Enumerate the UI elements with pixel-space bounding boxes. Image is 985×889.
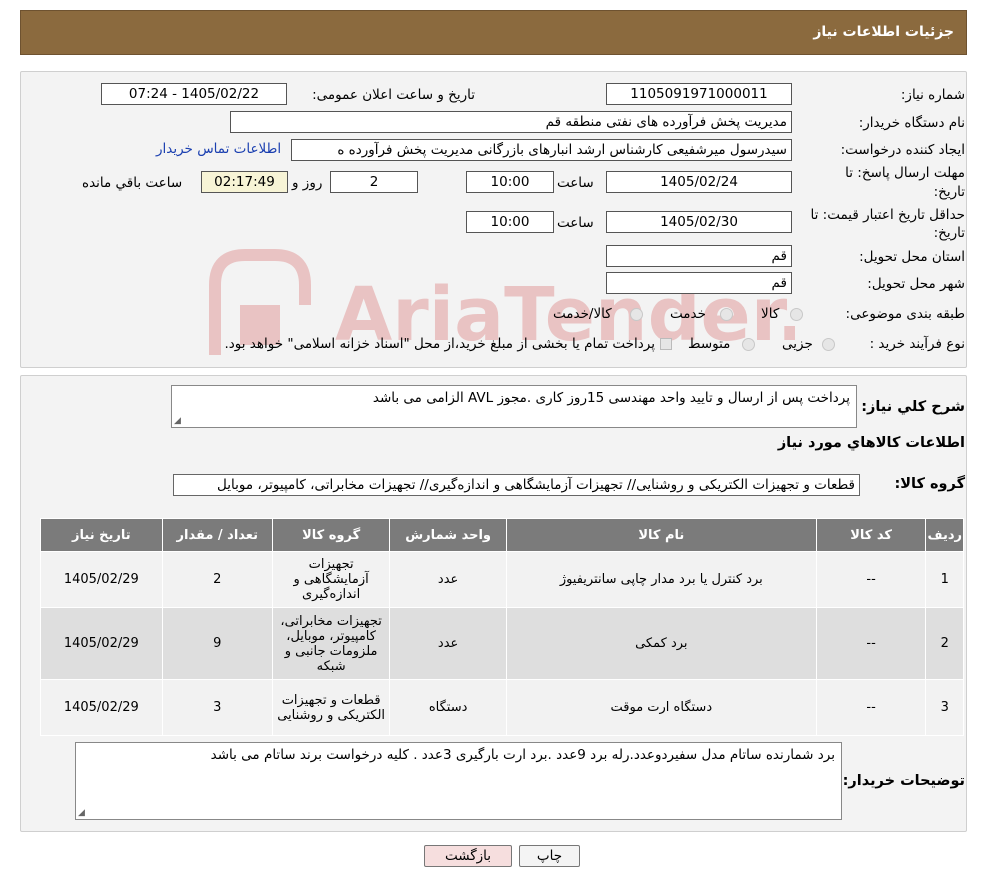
treasury-note: پرداخت تمام یا بخشی از مبلغ خرید،از محل … xyxy=(224,336,655,352)
resize-grip-icon[interactable]: ◢ xyxy=(174,416,181,426)
cell-qty: 2 xyxy=(161,551,273,608)
buyer-notes-text: برد شمارنده ساتام مدل سفیردوعدد.رله برد … xyxy=(210,747,835,763)
cell-name: برد کمکی xyxy=(505,607,817,680)
col-row: ردیف xyxy=(925,518,964,552)
province-field[interactable]: قم xyxy=(606,245,792,267)
remaining-time-field: 02:17:49 xyxy=(201,171,288,193)
cell-date: 1405/02/29 xyxy=(40,607,163,680)
buyer-org-field[interactable]: مدیریت پخش فرآورده های نفتی منطقه قم xyxy=(230,111,792,133)
reply-date-field[interactable]: 1405/02/24 xyxy=(606,171,792,193)
days-remaining-field[interactable]: 2 xyxy=(330,171,418,193)
col-date: تاریخ نیاز xyxy=(40,518,163,552)
buyer-notes-textarea[interactable]: برد شمارنده ساتام مدل سفیردوعدد.رله برد … xyxy=(75,742,842,820)
col-group: گروه کالا xyxy=(271,518,391,552)
general-description-text: پرداخت پس از ارسال و تایید واحد مهندسی 1… xyxy=(372,390,850,406)
resize-grip-icon[interactable]: ◢ xyxy=(78,808,85,818)
reply-time-field[interactable]: 10:00 xyxy=(466,171,554,193)
price-validity-date-field[interactable]: 1405/02/30 xyxy=(606,211,792,233)
cell-qty: 9 xyxy=(161,607,273,680)
cell-code: -- xyxy=(815,551,927,608)
city-label: شهر محل تحویل: xyxy=(867,276,965,292)
cell-date: 1405/02/29 xyxy=(40,679,163,736)
price-validity-time-label: ساعت xyxy=(557,215,594,231)
reply-deadline-label: مهلت ارسال پاسخ: تا xyxy=(845,165,965,181)
cell-name: دستگاه ارت موقت xyxy=(505,679,817,736)
buyer-notes-label: توضیحات خریدار: xyxy=(842,773,965,789)
col-name: نام کالا xyxy=(505,518,817,552)
province-label: استان محل تحویل: xyxy=(859,249,965,265)
col-code: کد کالا xyxy=(815,518,927,552)
need-number-label: شماره نیاز: xyxy=(900,87,965,103)
process-radio-medium[interactable] xyxy=(742,338,755,351)
reply-time-label: ساعت xyxy=(557,175,594,191)
category-label: طبقه بندی موضوعی: xyxy=(845,306,965,322)
announce-date-label: تاریخ و ساعت اعلان عمومی: xyxy=(312,87,475,103)
table-row[interactable]: 1 -- برد کنترل یا برد مدار چاپی سانتریفی… xyxy=(40,551,964,608)
category-option-service: خدمت xyxy=(670,306,706,322)
general-description-textarea[interactable]: پرداخت پس از ارسال و تایید واحد مهندسی 1… xyxy=(171,385,857,428)
cell-code: -- xyxy=(815,679,927,736)
category-radio-goods-service[interactable] xyxy=(630,308,643,321)
cell-unit: عدد xyxy=(389,607,507,680)
page-title: جزئیات اطلاعات نیاز xyxy=(813,24,954,40)
process-option-minor: جزیی xyxy=(782,336,813,352)
cell-group: تجهیزات آزمایشگاهی و اندازه‌گیری xyxy=(271,551,391,608)
process-type-label: نوع فرآیند خرید : xyxy=(869,336,965,352)
goods-section-title: اطلاعات کالاهاي مورد نياز xyxy=(777,435,965,451)
cell-date: 1405/02/29 xyxy=(40,551,163,608)
category-radio-service[interactable] xyxy=(720,308,733,321)
goods-group-label: گروه کالا: xyxy=(894,476,965,492)
process-radio-minor[interactable] xyxy=(822,338,835,351)
table-row[interactable]: 3 -- دستگاه ارت موقت دستگاه قطعات و تجهی… xyxy=(40,679,964,736)
print-button[interactable]: چاپ xyxy=(519,845,580,867)
cell-code: -- xyxy=(815,607,927,680)
cell-group: تجهیزات مخابراتی، کامپیوتر، موبایل، ملزو… xyxy=(271,607,391,680)
price-validity-label-2: تاریخ: xyxy=(933,225,965,241)
announce-date-field[interactable]: 1405/02/22 - 07:24 xyxy=(101,83,287,105)
remaining-time-label: ساعت باقي مانده xyxy=(82,175,183,191)
reply-deadline-label-2: تاریخ: xyxy=(933,184,965,200)
cell-name: برد کنترل یا برد مدار چاپی سانتریفیوژ xyxy=(505,551,817,608)
need-number-field[interactable]: 1105091971000011 xyxy=(606,83,792,105)
creator-field[interactable]: سیدرسول میرشفیعی کارشناس ارشد انبارهای ب… xyxy=(291,139,792,161)
buyer-org-label: نام دستگاه خریدار: xyxy=(858,115,965,131)
cell-qty: 3 xyxy=(161,679,273,736)
days-label: روز و xyxy=(292,175,323,191)
category-option-goods: کالا xyxy=(761,306,780,322)
cell-unit: عدد xyxy=(389,551,507,608)
goods-table: ردیف کد کالا نام کالا واحد شمارش گروه کا… xyxy=(40,518,964,736)
cell-row: 2 xyxy=(925,607,964,680)
goods-group-field[interactable]: قطعات و تجهیزات الکتریکی و روشنایی// تجه… xyxy=(173,474,860,496)
process-option-medium: متوسط xyxy=(688,336,731,352)
page-header: جزئیات اطلاعات نیاز xyxy=(20,10,967,55)
price-validity-label: حداقل تاریخ اعتبار قیمت: تا xyxy=(810,207,965,223)
table-header-row: ردیف کد کالا نام کالا واحد شمارش گروه کا… xyxy=(40,518,964,552)
creator-label: ایجاد کننده درخواست: xyxy=(840,142,965,158)
treasury-checkbox[interactable] xyxy=(660,338,672,350)
category-option-goods-service: کالا/خدمت xyxy=(553,306,612,322)
back-button[interactable]: بازگشت xyxy=(424,845,512,867)
city-field[interactable]: قم xyxy=(606,272,792,294)
col-unit: واحد شمارش xyxy=(389,518,507,552)
cell-row: 1 xyxy=(925,551,964,608)
cell-unit: دستگاه xyxy=(389,679,507,736)
col-qty: تعداد / مقدار xyxy=(161,518,273,552)
buyer-contact-link[interactable]: اطلاعات تماس خریدار xyxy=(156,141,281,157)
price-validity-time-field[interactable]: 10:00 xyxy=(466,211,554,233)
cell-group: قطعات و تجهیزات الکتریکی و روشنایی xyxy=(271,679,391,736)
category-radio-goods[interactable] xyxy=(790,308,803,321)
general-description-label: شرح کلي نياز: xyxy=(861,399,965,415)
table-row[interactable]: 2 -- برد کمکی عدد تجهیزات مخابراتی، کامپ… xyxy=(40,607,964,680)
cell-row: 3 xyxy=(925,679,964,736)
